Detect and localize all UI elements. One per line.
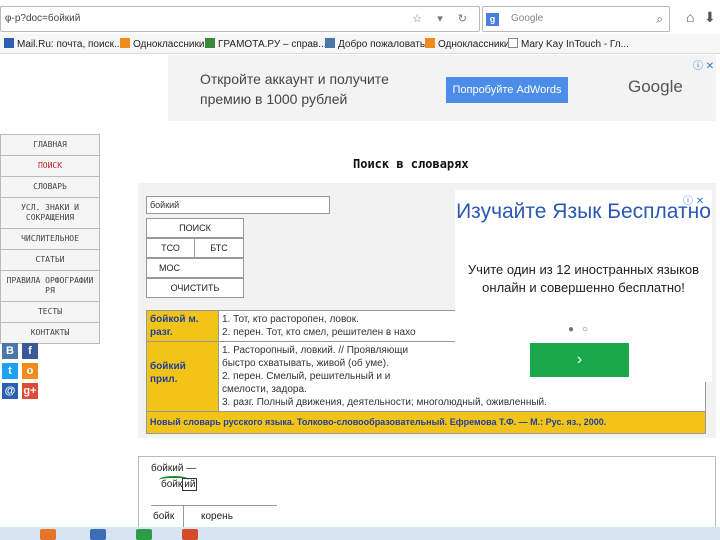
- bookmarks-bar: Mail.Ru: почта, поиск... Одноклассники Г…: [0, 34, 720, 54]
- nav-tests[interactable]: ТЕСТЫ: [0, 302, 100, 323]
- firefox-icon[interactable]: [40, 529, 56, 540]
- google-brand: Google: [628, 77, 683, 96]
- nav-search[interactable]: ПОИСК: [0, 156, 100, 177]
- definition-line: 3. разг. Полный движения, деятельности; …: [222, 397, 547, 408]
- result-term[interactable]: бойкий: [150, 361, 186, 372]
- side-ad-go-button[interactable]: ›: [530, 343, 629, 377]
- morph-heading: бойкий —: [151, 463, 197, 474]
- result-term-cell: бойкий прил.: [146, 341, 219, 412]
- taskbar: [0, 527, 720, 540]
- nav-spelling-rules[interactable]: ПРАВИЛА ОРФОГРАФИИ РЯ: [0, 271, 100, 302]
- word-input[interactable]: бойкий: [146, 196, 330, 214]
- nav-abbreviations[interactable]: УСЛ. ЗНАКИ И СОКРАЩЕНИЯ: [0, 198, 100, 229]
- result-term[interactable]: бойкой: [150, 314, 186, 325]
- home-icon[interactable]: ⌂: [686, 9, 694, 25]
- nav-contacts[interactable]: КОНТАКТЫ: [0, 323, 100, 344]
- nav-numerals[interactable]: ЧИСЛИТЕЛЬНОЕ: [0, 229, 100, 250]
- page-title: Поиск в словарях: [353, 157, 469, 171]
- nav-dictionary[interactable]: СЛОВАРЬ: [0, 177, 100, 198]
- divider: [183, 505, 184, 527]
- left-nav: ГЛАВНАЯ ПОИСК СЛОВАРЬ УСЛ. ЗНАКИ И СОКРА…: [0, 134, 100, 344]
- nav-articles[interactable]: СТАТЬИ: [0, 250, 100, 271]
- bookmark-mailru[interactable]: Mail.Ru: почта, поиск...: [4, 38, 122, 50]
- carousel-dots[interactable]: ●○: [568, 324, 596, 335]
- mail-icon[interactable]: @: [2, 383, 18, 399]
- bookmark-marykay[interactable]: Mary Kay InTouch - Гл...: [508, 38, 629, 50]
- side-ad-text: Учите один из 12 иностранных языков онла…: [467, 262, 700, 295]
- top-ad-text: Откройте аккаунт и получите премию в 100…: [200, 71, 389, 107]
- address-icons[interactable]: ☆ ▾ ↻: [412, 12, 473, 25]
- browser-search-placeholder: Google: [511, 13, 544, 24]
- browser-search-box[interactable]: g Google ⌕: [482, 6, 670, 32]
- mos-button[interactable]: МОС: [146, 258, 244, 278]
- search-button[interactable]: ПОИСК: [146, 218, 244, 238]
- table-row: Новый словарь русского языка. Толково-сл…: [146, 411, 706, 434]
- odnoklassniki-icon[interactable]: о: [22, 363, 38, 379]
- definition-line: смелости, задора.: [222, 384, 307, 395]
- result-gram: прил.: [150, 374, 178, 385]
- bookmark-odnoklassniki-2[interactable]: Одноклассники: [425, 38, 509, 50]
- drive-icon[interactable]: [136, 529, 152, 540]
- bookmark-welcome[interactable]: Добро пожаловать: [325, 38, 425, 50]
- morph-word: бойк ий: [161, 478, 198, 491]
- search-icon[interactable]: ⌕: [656, 12, 663, 27]
- address-bar[interactable]: φ-p?doc=бойкий ☆ ▾ ↻: [0, 6, 480, 32]
- powerpoint-icon[interactable]: [182, 529, 198, 540]
- download-icon[interactable]: ⬇: [704, 9, 716, 26]
- side-ad[interactable]: ⓘ ✕ Изучайте Язык Бесплатно Учите один и…: [455, 190, 712, 382]
- google-logo-icon: g: [486, 13, 499, 26]
- bookmark-gramota[interactable]: ГРАМОТА.РУ – справ...: [205, 38, 327, 50]
- word-icon[interactable]: [90, 529, 106, 540]
- morph-stem: бойк: [161, 479, 183, 490]
- top-ad-banner[interactable]: Откройте аккаунт и получите премию в 100…: [168, 55, 716, 121]
- twitter-icon[interactable]: t: [2, 363, 18, 379]
- morph-ending: ий: [182, 478, 198, 491]
- side-ad-title: Изучайте Язык Бесплатно: [456, 200, 711, 223]
- facebook-icon[interactable]: f: [22, 343, 38, 359]
- result-term-cell: бойкой м. разг.: [146, 310, 219, 342]
- bts-button[interactable]: БТС: [194, 238, 244, 258]
- tso-button[interactable]: ТСО: [146, 238, 195, 258]
- google-plus-icon[interactable]: g+: [22, 383, 38, 399]
- adchoice-icon[interactable]: ⓘ ✕: [693, 57, 714, 72]
- source-reference: Новый словарь русского языка. Толково-сл…: [146, 411, 706, 434]
- divider: [151, 505, 277, 506]
- vk-icon[interactable]: В: [2, 343, 18, 359]
- clear-button[interactable]: ОЧИСТИТЬ: [146, 278, 244, 298]
- bookmark-odnoklassniki[interactable]: Одноклассники: [120, 38, 204, 50]
- morph-part-label: корень: [201, 511, 233, 522]
- morph-part: бойк: [153, 511, 175, 522]
- nav-main[interactable]: ГЛАВНАЯ: [0, 134, 100, 156]
- address-text: φ-p?doc=бойкий: [5, 13, 81, 24]
- adwords-button[interactable]: Попробуйте AdWords: [446, 77, 568, 103]
